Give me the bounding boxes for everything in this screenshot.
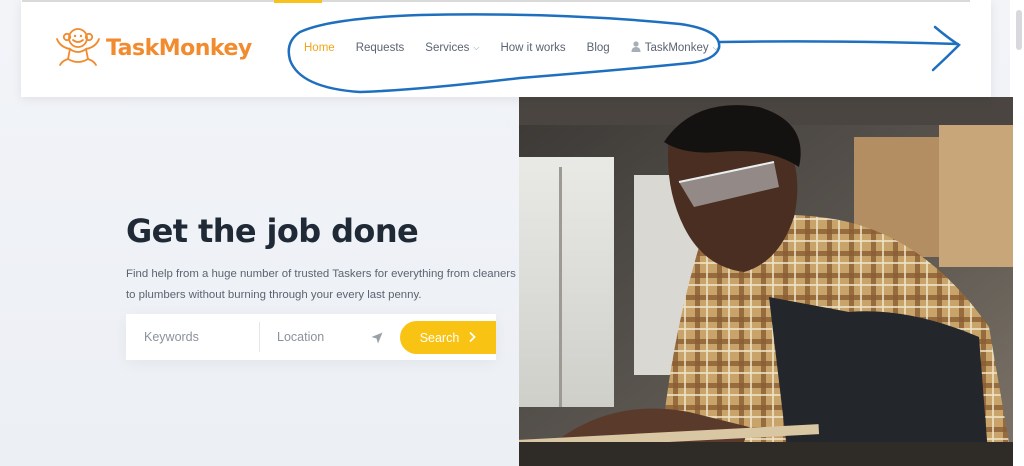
search-form: Search — [126, 314, 496, 360]
chevron-right-icon — [469, 330, 477, 345]
site-header: TaskMonkey Home Requests Services ⌵ How … — [21, 0, 991, 97]
brand-name: TaskMonkey — [106, 35, 252, 61]
nav-home[interactable]: Home — [304, 42, 335, 54]
nav-blog-label: Blog — [586, 42, 610, 54]
nav-home-label: Home — [304, 42, 335, 54]
scrollbar-thumb[interactable] — [1016, 10, 1022, 50]
brand-logo[interactable]: TaskMonkey — [54, 26, 252, 70]
hero-title: Get the job done — [126, 212, 419, 250]
nav-services[interactable]: Services ⌵ — [425, 42, 479, 54]
nav-blog[interactable]: Blog — [587, 42, 610, 54]
location-arrow-icon[interactable] — [371, 331, 383, 344]
location-input[interactable] — [260, 314, 370, 360]
search-button[interactable]: Search — [400, 321, 496, 354]
chevron-down-icon: ⌵ — [712, 43, 719, 52]
nav-requests[interactable]: Requests — [356, 42, 405, 54]
nav-how-it-works-label: How it works — [500, 42, 566, 54]
keywords-input[interactable] — [126, 314, 259, 360]
hero-description: Find help from a huge number of trusted … — [126, 268, 516, 301]
nav-services-label: Services — [425, 42, 470, 54]
monkey-mascot-icon — [54, 25, 102, 72]
search-button-label: Search — [419, 330, 460, 345]
header-top-border — [22, 0, 970, 2]
chevron-down-icon: ⌵ — [473, 43, 480, 52]
nav-account[interactable]: TaskMonkey ⌵ — [631, 41, 719, 55]
nav-account-label: TaskMonkey — [644, 42, 709, 54]
nav-requests-label: Requests — [355, 42, 405, 54]
nav-how-it-works[interactable]: How it works — [500, 42, 565, 54]
header-accent-bar — [274, 0, 322, 3]
hero-image — [519, 97, 1013, 466]
user-icon — [631, 41, 641, 55]
main-nav: Home Requests Services ⌵ How it works Bl… — [304, 38, 740, 58]
